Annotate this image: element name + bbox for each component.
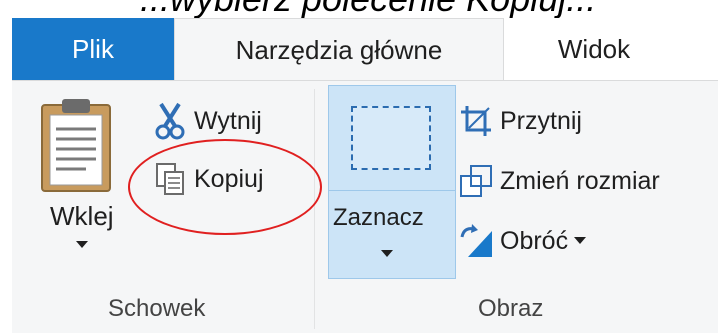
tab-file-label: Plik	[72, 33, 114, 64]
clipboard-group-label: Schowek	[108, 295, 206, 322]
select-marquee-icon	[351, 106, 431, 170]
ribbon-tab-bar: Plik Narzędzia główne Widok	[0, 18, 718, 81]
crop-icon	[458, 103, 494, 139]
select-label[interactable]: Zaznacz	[333, 204, 424, 232]
group-divider	[314, 89, 315, 329]
copy-button[interactable]: Kopiuj	[152, 161, 264, 197]
resize-icon	[458, 163, 494, 199]
tab-home-label: Narzędzia główne	[235, 34, 443, 65]
chevron-down-icon[interactable]	[76, 241, 88, 249]
chevron-down-icon[interactable]	[574, 237, 587, 245]
ribbon-panel: Wklej Wytnij Kopiuj Schowek Zaznacz Przy…	[12, 80, 718, 333]
crop-button[interactable]: Przytnij	[458, 103, 582, 139]
scissors-icon	[152, 102, 188, 140]
rotate-label: Obróć	[500, 226, 569, 255]
tab-home[interactable]: Narzędzia główne	[174, 18, 504, 81]
image-group-label: Obraz	[478, 295, 544, 322]
paste-button[interactable]	[38, 95, 118, 200]
cut-label: Wytnij	[194, 106, 262, 135]
rotate-icon	[458, 223, 494, 259]
copy-label: Kopiuj	[194, 164, 264, 193]
tab-view[interactable]: Widok	[504, 18, 684, 80]
tab-file[interactable]: Plik	[12, 18, 174, 80]
crop-label: Przytnij	[500, 106, 582, 135]
caption-text: ...wybierz polecenie Kopiuj...	[140, 0, 596, 18]
rotate-button[interactable]: Obróć	[458, 223, 587, 259]
resize-button[interactable]: Zmień rozmiar	[458, 163, 660, 199]
cut-button[interactable]: Wytnij	[152, 102, 262, 140]
instruction-caption: ...wybierz polecenie Kopiuj...	[0, 0, 718, 18]
tab-view-label: Widok	[557, 33, 631, 64]
chevron-down-icon[interactable]	[381, 250, 393, 258]
copy-icon	[152, 161, 188, 197]
select-split-divider	[329, 190, 455, 191]
resize-label: Zmień rozmiar	[500, 166, 660, 195]
select-button[interactable]: Zaznacz	[328, 85, 456, 279]
paste-label[interactable]: Wklej	[50, 201, 114, 232]
clipboard-icon	[41, 99, 111, 192]
